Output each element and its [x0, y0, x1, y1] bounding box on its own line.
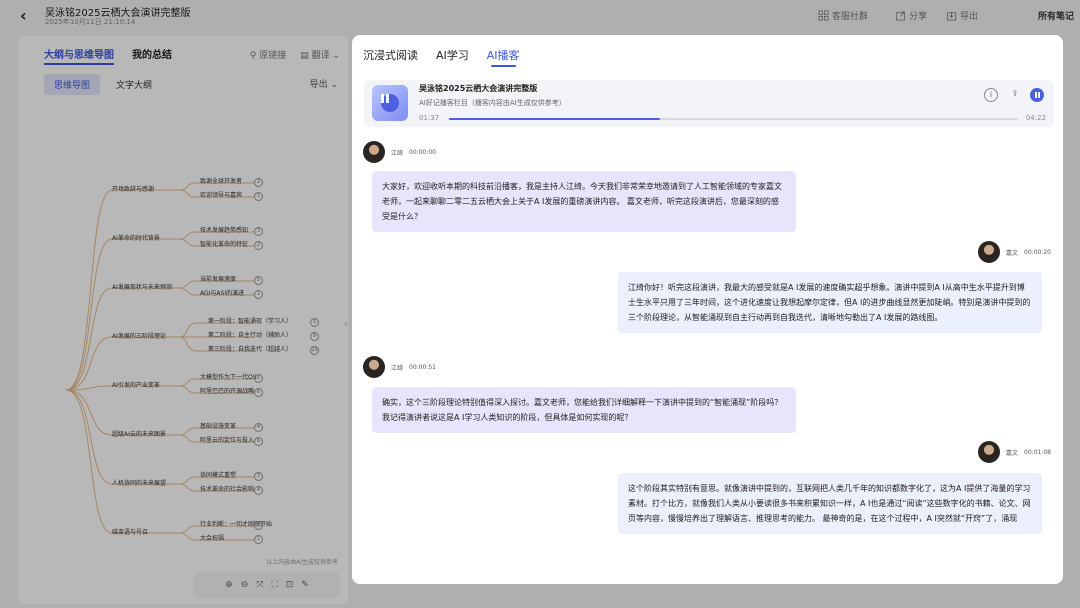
message-bubble: 大家好，欢迎收听本期的科技前沿播客，我是主持人江绮。今天我们非常荣幸地邀请到了人…: [372, 171, 796, 232]
speaker-name: 江绮: [391, 149, 404, 157]
message-time: 00:00:20: [1024, 248, 1051, 256]
share-icon[interactable]: ⇪: [1008, 88, 1022, 102]
message-bubble: 确实，这个三阶段理论特别值得深入探讨。嘉文老师，您能给我们详细解释一下演讲中提到…: [372, 387, 796, 433]
podcast-player: 吴泳铭2025云栖大会演讲完整版 AI好记播客栏目（播客内容由AI生成仅供参考）…: [364, 80, 1054, 127]
pause-icon[interactable]: [1030, 88, 1044, 102]
total-time: 04:22: [1025, 114, 1046, 122]
progress-bar[interactable]: [449, 118, 1018, 120]
podcast-subtitle: AI好记播客栏目（播客内容由AI生成仅供参考）: [419, 99, 566, 107]
message-header: 江绮 00:00:00: [363, 141, 436, 163]
avatar: [363, 141, 385, 163]
info-icon[interactable]: i: [984, 88, 998, 102]
tab-ai-learning[interactable]: AI学习: [436, 47, 469, 63]
message-header: 嘉文 00:00:20: [978, 241, 1051, 263]
message-bubble: 这个阶段其实特别有意思。就像演讲中提到的，互联网把人类几千年的知识都数字化了，这…: [618, 473, 1042, 534]
message-time: 00:00:00: [409, 148, 436, 156]
message-header: 江绮 00:00:51: [363, 356, 436, 378]
podcast-title: 吴泳铭2025云栖大会演讲完整版: [419, 84, 538, 93]
tab-immersive-reading[interactable]: 沉浸式阅读: [363, 47, 418, 63]
progress-fill: [449, 118, 660, 120]
tab-ai-podcast[interactable]: AI播客: [487, 47, 520, 67]
avatar: [978, 441, 1001, 463]
podcast-modal: 沉浸式阅读 AI学习 AI播客 吴泳铭2025云栖大会演讲完整版 AI好记播客栏…: [352, 35, 1063, 584]
message-bubble: 江绮你好！听完这段演讲，我最大的感受就是A I发展的速度确实超乎想象。演讲中提到…: [618, 272, 1042, 333]
speaker-name: 嘉文: [1006, 449, 1019, 457]
cover-pause-icon: [381, 94, 391, 104]
message-time: 00:00:51: [409, 363, 436, 371]
speaker-name: 江绮: [391, 364, 404, 372]
message-time: 00:01:08: [1024, 448, 1051, 456]
speaker-name: 嘉文: [1006, 249, 1019, 257]
message-header: 嘉文 00:01:08: [978, 441, 1051, 463]
current-time: 01:37: [419, 114, 440, 122]
avatar: [978, 241, 1001, 263]
avatar: [363, 356, 385, 378]
